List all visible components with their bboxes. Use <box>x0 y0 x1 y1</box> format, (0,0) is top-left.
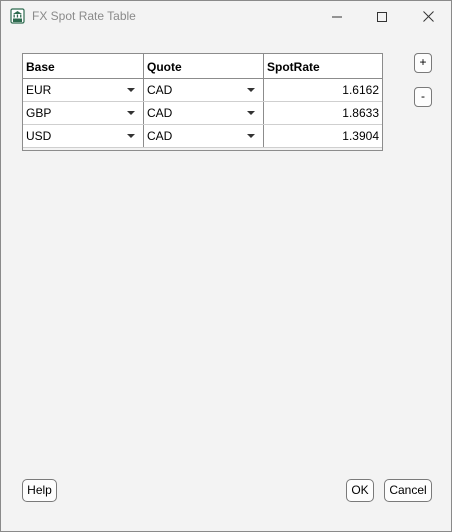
spot-rate-value: 1.8633 <box>342 106 379 120</box>
help-button[interactable]: Help <box>22 479 57 502</box>
minimize-icon <box>332 16 342 17</box>
column-header-quote[interactable]: Quote <box>144 54 264 78</box>
window-title: FX Spot Rate Table <box>32 9 136 23</box>
table-bottom-edge <box>23 148 382 150</box>
spot-rate-cell[interactable]: 1.8633 <box>264 102 382 124</box>
quote-currency-select[interactable]: CAD <box>144 79 264 101</box>
dropdown-arrow-icon <box>127 111 135 115</box>
base-value: EUR <box>26 83 52 97</box>
close-button[interactable] <box>405 1 451 32</box>
table-row: USD CAD 1.3904 <box>23 125 382 148</box>
spot-rate-cell[interactable]: 1.3904 <box>264 125 382 147</box>
quote-currency-select[interactable]: CAD <box>144 125 264 147</box>
quote-value: CAD <box>147 83 173 97</box>
dropdown-arrow-icon <box>127 134 135 138</box>
base-value: USD <box>26 129 52 143</box>
quote-value: CAD <box>147 129 173 143</box>
quote-currency-select[interactable]: CAD <box>144 102 264 124</box>
maximize-button[interactable] <box>359 1 405 32</box>
maximize-icon <box>377 11 387 22</box>
base-currency-select[interactable]: GBP <box>23 102 144 124</box>
column-header-spotrate[interactable]: SpotRate <box>264 54 382 78</box>
column-header-base[interactable]: Base <box>23 54 144 78</box>
spot-rate-value: 1.3904 <box>342 129 379 143</box>
spot-rate-table: Base Quote SpotRate EUR CAD 1.6162 GBP C… <box>22 53 383 151</box>
cancel-button[interactable]: Cancel <box>384 479 432 502</box>
table-row: GBP CAD 1.8633 <box>23 102 382 125</box>
base-currency-select[interactable]: USD <box>23 125 144 147</box>
calculator-icon <box>10 8 25 24</box>
base-currency-select[interactable]: EUR <box>23 79 144 101</box>
spot-rate-value: 1.6162 <box>342 83 379 97</box>
dropdown-arrow-icon <box>247 88 255 92</box>
spot-rate-cell[interactable]: 1.6162 <box>264 79 382 101</box>
title-bar[interactable]: FX Spot Rate Table <box>1 1 451 32</box>
minimize-button[interactable] <box>314 1 360 32</box>
base-value: GBP <box>26 106 52 120</box>
dropdown-arrow-icon <box>127 88 135 92</box>
add-row-button[interactable]: + <box>414 53 432 73</box>
close-icon <box>422 11 434 22</box>
quote-value: CAD <box>147 106 173 120</box>
ok-button[interactable]: OK <box>346 479 374 502</box>
table-header-row: Base Quote SpotRate <box>23 54 382 79</box>
dropdown-arrow-icon <box>247 111 255 115</box>
table-row: EUR CAD 1.6162 <box>23 79 382 102</box>
dialog-window: FX Spot Rate Table Base Quote SpotRate E… <box>0 0 452 532</box>
dropdown-arrow-icon <box>247 134 255 138</box>
remove-row-button[interactable]: - <box>414 87 432 107</box>
